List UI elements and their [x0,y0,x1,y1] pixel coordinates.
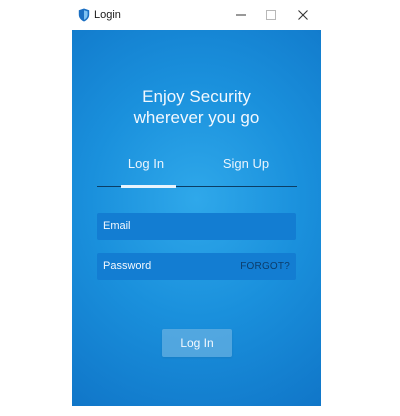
window-title: Login [94,9,121,21]
close-button[interactable] [290,5,316,25]
minimize-icon [236,14,246,16]
shield-icon [78,8,90,22]
log-in-button[interactable]: Log In [162,329,232,357]
heading-line-1: Enjoy Security [142,87,251,106]
active-tab-indicator [121,185,176,188]
email-field[interactable]: Email [97,213,296,240]
maximize-button[interactable] [258,5,284,25]
password-field[interactable]: Password FORGOT? [97,253,296,280]
tab-sign-up[interactable]: Sign Up [196,156,296,171]
heading-line-2: wherever you go [133,108,260,127]
close-icon [298,10,308,20]
email-label: Email [103,220,131,232]
forgot-password-link[interactable]: FORGOT? [240,261,290,272]
login-panel: Enjoy Security wherever you go Log In Si… [72,30,321,406]
tab-log-in[interactable]: Log In [96,156,196,171]
title-bar[interactable]: Login [72,0,321,30]
minimize-button[interactable] [228,5,254,25]
maximize-icon [266,10,276,20]
login-window: Login Enjoy Security wherever you go Log… [72,0,321,416]
password-label: Password [103,260,152,272]
